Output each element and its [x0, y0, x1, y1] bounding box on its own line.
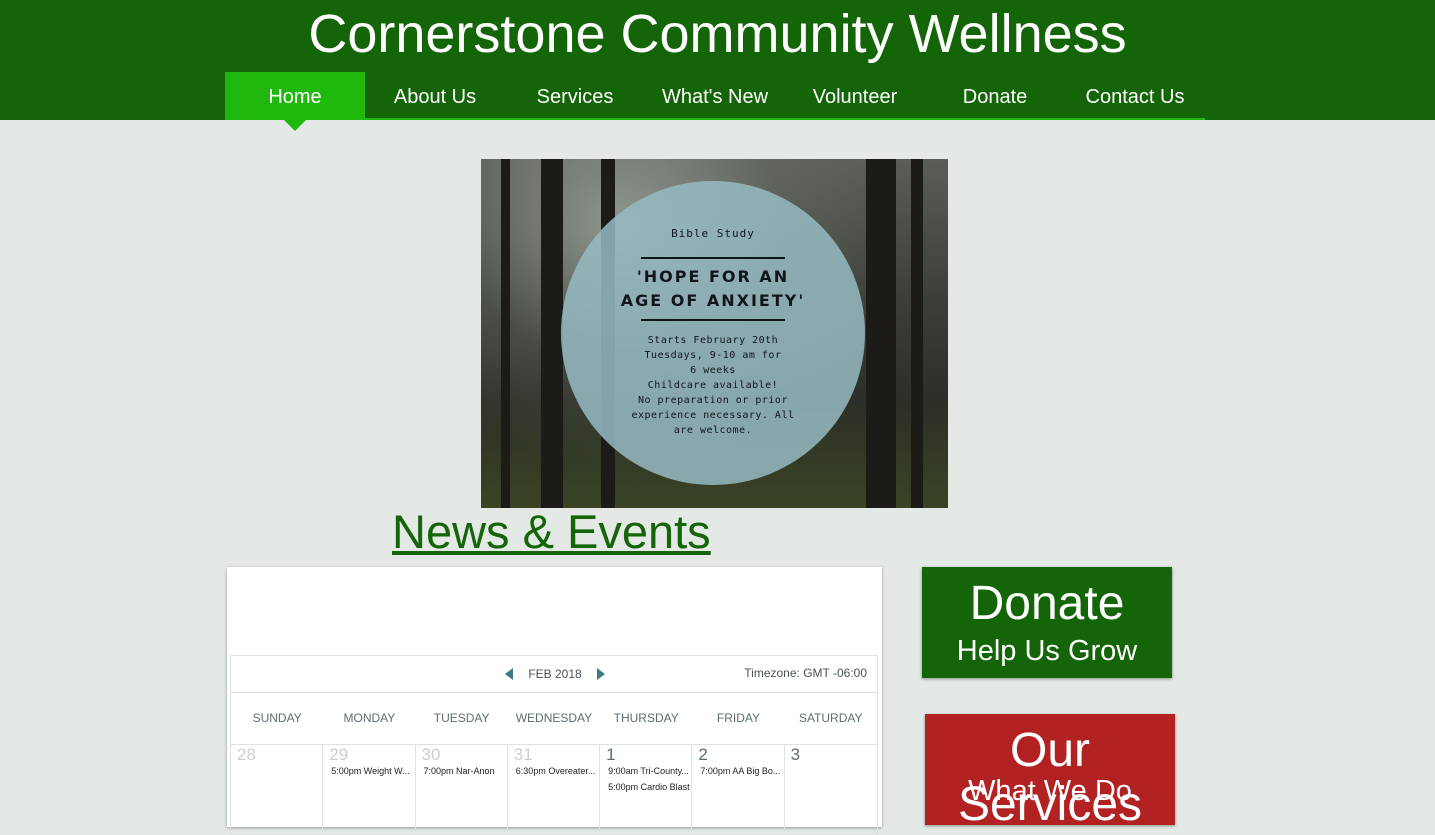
- banner-detail-line: No preparation or prior: [638, 395, 788, 406]
- nav-item-volunteer[interactable]: Volunteer: [785, 72, 925, 120]
- news-events-link[interactable]: News & Events: [392, 505, 711, 559]
- site-title: Cornerstone Community Wellness: [308, 4, 1127, 64]
- day-header-friday: FRIDAY: [716, 711, 761, 725]
- calendar-day-cell[interactable]: 30 7:00pm Nar-Anon: [416, 745, 508, 835]
- main-nav: Home About Us Services What's New Volunt…: [225, 72, 1205, 131]
- calendar-grid: FEB 2018 Timezone: GMT -06:00 SUNDAY MON…: [230, 655, 878, 835]
- nav-item-donate[interactable]: Donate: [925, 72, 1065, 120]
- day-number: 29: [329, 745, 349, 764]
- tree-trunk: [866, 159, 896, 508]
- banner-detail-line: are welcome.: [673, 425, 753, 436]
- banner-headline: 'HOPE FOR AN AGE OF ANXIETY': [581, 265, 845, 313]
- calendar-month-label: FEB 2018: [528, 667, 582, 681]
- day-number: 3: [790, 745, 801, 764]
- calendar-event[interactable]: 6:30pm Overeater...: [516, 766, 596, 776]
- prev-month-arrow-icon[interactable]: [505, 668, 513, 680]
- nav-item-about-us[interactable]: About Us: [365, 72, 505, 120]
- tree-trunk: [541, 159, 563, 508]
- banner-headline-line2: AGE OF ANXIETY': [620, 291, 806, 310]
- donate-button-subtitle: Help Us Grow: [956, 635, 1138, 667]
- events-calendar: FEB 2018 Timezone: GMT -06:00 SUNDAY MON…: [227, 567, 882, 835]
- banner-divider: [641, 319, 785, 321]
- our-services-button[interactable]: Our Services What We Do: [925, 714, 1175, 831]
- calendar-event[interactable]: 9:00am Tri-County...: [608, 766, 689, 776]
- tree-trunk: [911, 159, 923, 508]
- bible-study-banner: Bible Study 'HOPE FOR AN AGE OF ANXIETY'…: [481, 159, 948, 508]
- nav-item-home[interactable]: Home: [225, 72, 365, 131]
- nav-item-contact-us[interactable]: Contact Us: [1065, 72, 1205, 120]
- banner-detail-line: Tuesdays, 9-10 am for: [644, 350, 782, 361]
- site-header: Cornerstone Community Wellness Home Abou…: [0, 0, 1435, 131]
- day-header-thursday: THURSDAY: [613, 711, 679, 725]
- day-header-monday: MONDAY: [343, 711, 396, 725]
- banner-detail-line: 6 weeks: [690, 365, 736, 376]
- banner-headline-line1: 'HOPE FOR AN: [636, 267, 790, 286]
- day-number: 31: [513, 745, 533, 764]
- calendar-day-cell[interactable]: 3: [785, 745, 877, 835]
- day-header-tuesday: TUESDAY: [433, 711, 490, 725]
- banner-label: Bible Study: [671, 227, 755, 240]
- tree-trunk: [501, 159, 510, 508]
- calendar-day-cell[interactable]: 31 6:30pm Overeater...: [508, 745, 601, 835]
- banner-detail-line: Childcare available!: [647, 380, 779, 391]
- day-number: 28: [237, 745, 256, 764]
- our-services-button-subtitle: What We Do: [968, 775, 1132, 807]
- next-month-arrow-icon[interactable]: [597, 668, 605, 680]
- calendar-day-cell[interactable]: 1 9:00am Tri-County... 5:00pm Cardio Bla…: [600, 745, 693, 835]
- calendar-day-headers: SUNDAY MONDAY TUESDAY WEDNESDAY THURSDAY…: [231, 693, 877, 745]
- calendar-week-row: 28 29 5:00pm Weight W... 30 7:00pm Nar-A…: [231, 745, 877, 835]
- day-number: 30: [421, 745, 441, 764]
- banner-details: Starts February 20th Tuesdays, 9-10 am f…: [623, 333, 803, 438]
- calendar-day-cell[interactable]: 29 5:00pm Weight W...: [323, 745, 416, 835]
- calendar-day-cell[interactable]: 28: [231, 745, 324, 835]
- donate-button-title: Donate: [969, 577, 1125, 630]
- calendar-toolbar: FEB 2018 Timezone: GMT -06:00: [231, 656, 877, 693]
- banner-circle: Bible Study 'HOPE FOR AN AGE OF ANXIETY'…: [561, 181, 865, 485]
- day-number: 2: [698, 745, 708, 764]
- banner-detail-line: Starts February 20th: [647, 335, 779, 346]
- banner-divider: [641, 257, 785, 259]
- day-number: 1: [606, 745, 616, 764]
- donate-button[interactable]: Donate Help Us Grow: [922, 567, 1172, 678]
- day-header-saturday: SATURDAY: [798, 711, 863, 725]
- calendar-timezone: Timezone: GMT -06:00: [744, 666, 867, 680]
- calendar-event[interactable]: 5:00pm Cardio Blast: [608, 782, 690, 792]
- calendar-event[interactable]: 7:00pm Nar-Anon: [424, 766, 495, 776]
- day-header-wednesday: WEDNESDAY: [515, 711, 593, 725]
- nav-item-whats-new[interactable]: What's New: [645, 72, 785, 120]
- nav-item-services[interactable]: Services: [505, 72, 645, 120]
- calendar-event[interactable]: 5:00pm Weight W...: [331, 766, 409, 776]
- calendar-event[interactable]: 7:00pm AA Big Bo...: [700, 766, 780, 776]
- day-header-sunday: SUNDAY: [252, 711, 302, 725]
- calendar-day-cell[interactable]: 2 7:00pm AA Big Bo...: [692, 745, 785, 835]
- banner-detail-line: experience necessary. All: [631, 410, 795, 421]
